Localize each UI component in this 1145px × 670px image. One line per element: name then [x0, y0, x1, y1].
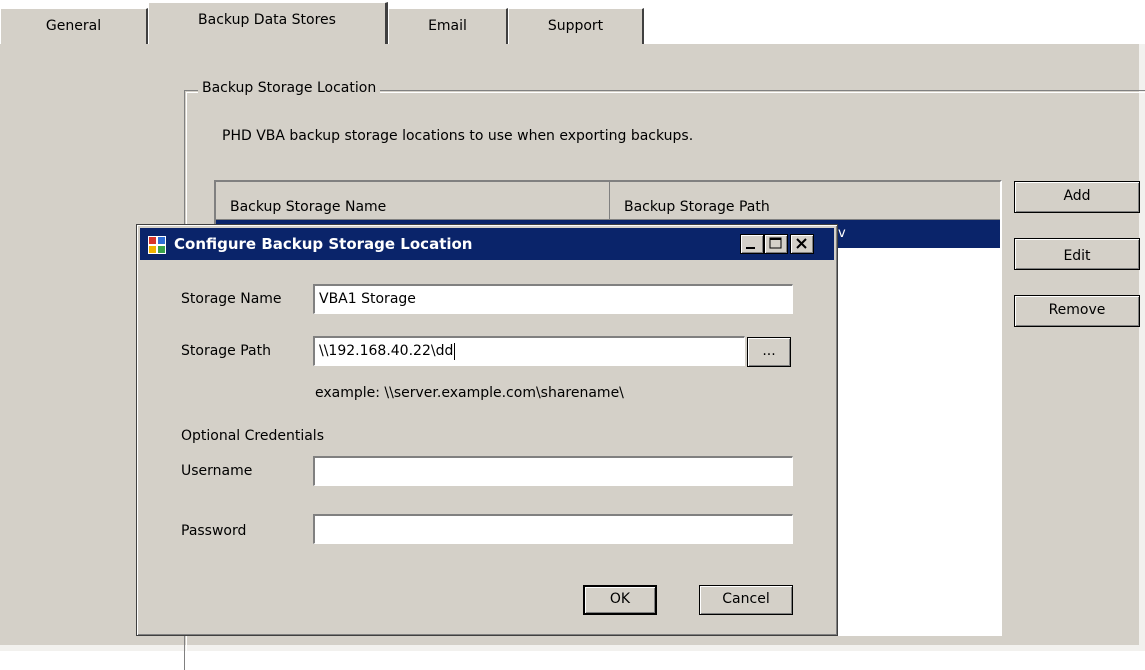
- app-icon: [148, 236, 166, 254]
- tab-support-label: Support: [547, 18, 604, 34]
- password-label: Password: [181, 523, 247, 539]
- tab-support[interactable]: Support: [508, 8, 644, 44]
- groupbox-description: PHD VBA backup storage locations to use …: [222, 128, 694, 144]
- storage-name-label: Storage Name: [181, 291, 282, 307]
- maximize-icon: [769, 237, 782, 249]
- minimize-button[interactable]: [740, 234, 764, 254]
- browse-button[interactable]: ...: [747, 337, 791, 367]
- storage-path-input[interactable]: \\192.168.40.22\dd: [313, 336, 745, 366]
- row-path-fragment: v: [838, 226, 846, 241]
- add-button[interactable]: Add: [1014, 181, 1140, 213]
- tab-email-label: Email: [428, 18, 467, 34]
- username-input[interactable]: [313, 456, 793, 486]
- groupbox-legend: Backup Storage Location: [198, 80, 381, 96]
- close-button[interactable]: [790, 234, 814, 254]
- minimize-icon: [746, 247, 755, 249]
- dialog-titlebar[interactable]: Configure Backup Storage Location: [140, 228, 834, 260]
- tab-backup-data-stores[interactable]: Backup Data Stores: [148, 2, 388, 44]
- cancel-button[interactable]: Cancel: [699, 585, 793, 615]
- close-icon: [796, 238, 807, 249]
- path-example-hint: example: \\server.example.com\sharename\: [315, 385, 624, 401]
- storage-path-label: Storage Path: [181, 343, 271, 359]
- list-header: Backup Storage Name Backup Storage Path: [216, 182, 1000, 220]
- password-input[interactable]: [313, 514, 793, 544]
- optional-credentials-label: Optional Credentials: [181, 428, 324, 444]
- edit-button[interactable]: Edit: [1014, 238, 1140, 270]
- tab-general-label: General: [45, 18, 102, 34]
- username-label: Username: [181, 463, 253, 479]
- ok-button[interactable]: OK: [583, 585, 657, 615]
- maximize-button[interactable]: [764, 234, 788, 254]
- dialog-title: Configure Backup Storage Location: [174, 235, 473, 253]
- tab-backup-data-stores-label: Backup Data Stores: [198, 12, 336, 28]
- configure-storage-dialog: Configure Backup Storage Location Storag…: [136, 224, 838, 636]
- storage-path-value: \\192.168.40.22\dd: [319, 343, 454, 359]
- text-caret: [454, 342, 456, 360]
- column-header-name[interactable]: Backup Storage Name: [216, 182, 610, 219]
- tab-general[interactable]: General: [0, 8, 148, 44]
- tab-strip: General Backup Data Stores Email Support: [0, 0, 1145, 44]
- remove-button[interactable]: Remove: [1014, 295, 1140, 327]
- column-header-path[interactable]: Backup Storage Path: [610, 182, 1000, 219]
- storage-name-input[interactable]: VBA1 Storage: [313, 284, 793, 314]
- storage-name-value: VBA1 Storage: [319, 291, 416, 307]
- tab-email[interactable]: Email: [388, 8, 508, 44]
